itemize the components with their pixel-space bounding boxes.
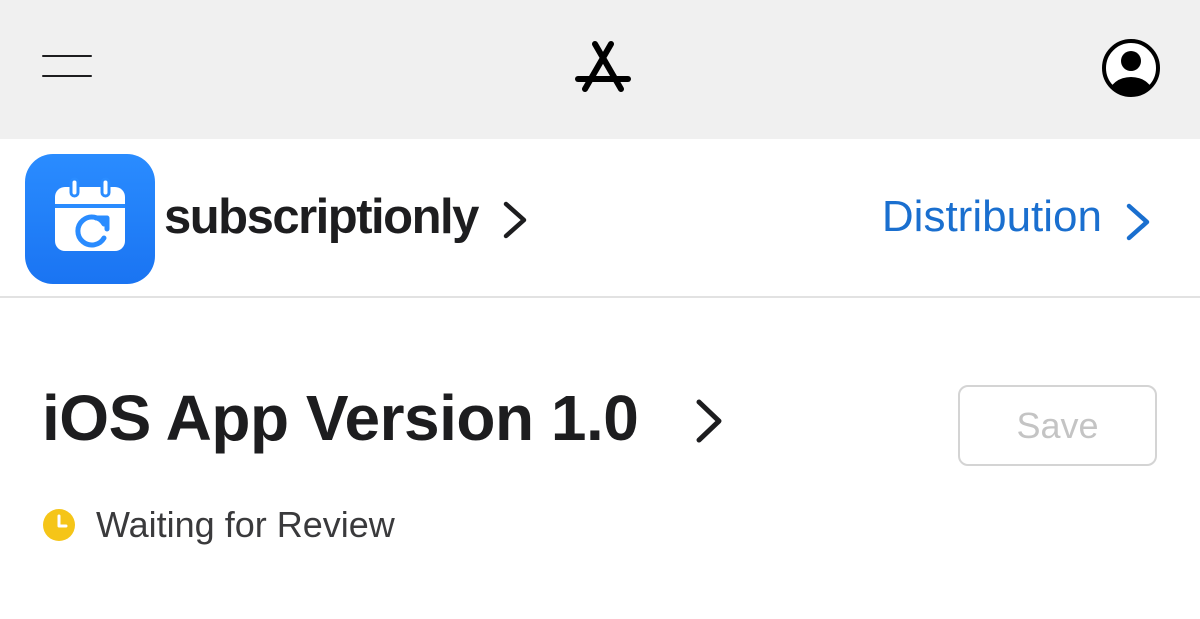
hamburger-menu-icon[interactable]: [40, 52, 94, 82]
clock-icon: [43, 509, 75, 541]
app-store-connect-page: subscriptionly Distribution iOS App Vers…: [0, 0, 1200, 619]
chevron-right-icon[interactable]: [500, 199, 530, 241]
app-header-row: subscriptionly Distribution: [0, 139, 1200, 298]
account-circle-icon[interactable]: [1101, 38, 1161, 98]
app-store-icon[interactable]: [574, 40, 632, 94]
version-title[interactable]: iOS App Version 1.0: [42, 382, 639, 454]
chevron-right-icon[interactable]: [692, 396, 726, 446]
calendar-refresh-icon[interactable]: [25, 154, 155, 284]
app-name[interactable]: subscriptionly: [164, 187, 479, 247]
save-button[interactable]: Save: [958, 385, 1157, 466]
distribution-link[interactable]: Distribution: [882, 189, 1102, 245]
top-navigation-bar: [0, 0, 1200, 139]
chevron-right-icon[interactable]: [1123, 201, 1153, 243]
status-text: Waiting for Review: [96, 504, 395, 545]
